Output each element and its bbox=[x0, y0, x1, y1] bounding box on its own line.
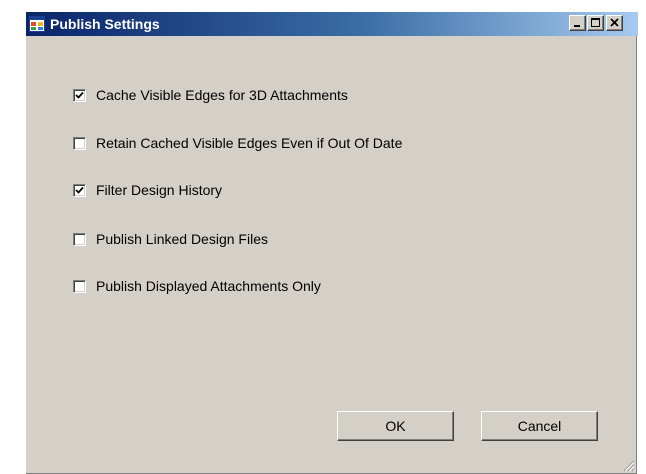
checkmark-icon bbox=[75, 91, 84, 99]
option-label: Retain Cached Visible Edges Even if Out … bbox=[96, 135, 403, 151]
option-label: Cache Visible Edges for 3D Attachments bbox=[96, 87, 348, 103]
title-bar[interactable]: Publish Settings bbox=[26, 12, 638, 36]
option-publish-displayed-attachments[interactable]: Publish Displayed Attachments Only bbox=[73, 277, 321, 295]
minimize-icon bbox=[574, 25, 580, 27]
app-window-icon[interactable] bbox=[29, 16, 45, 32]
window-title: Publish Settings bbox=[50, 16, 160, 32]
checkmark-icon bbox=[75, 186, 84, 194]
cancel-button[interactable]: Cancel bbox=[481, 411, 598, 441]
option-label: Publish Linked Design Files bbox=[96, 231, 268, 247]
checkbox-publish-linked-design-files[interactable] bbox=[73, 232, 86, 246]
maximize-icon bbox=[591, 18, 600, 27]
maximize-button[interactable] bbox=[587, 15, 604, 31]
option-retain-cached-edges[interactable]: Retain Cached Visible Edges Even if Out … bbox=[73, 134, 402, 152]
checkbox-cache-visible-edges[interactable] bbox=[73, 88, 86, 102]
option-cache-visible-edges[interactable]: Cache Visible Edges for 3D Attachments bbox=[73, 86, 348, 104]
option-publish-linked-design-files[interactable]: Publish Linked Design Files bbox=[73, 230, 268, 248]
minimize-button[interactable] bbox=[569, 15, 586, 31]
checkbox-retain-cached-edges[interactable] bbox=[73, 136, 86, 150]
resize-grip-icon[interactable] bbox=[622, 459, 635, 472]
close-button[interactable] bbox=[606, 15, 623, 31]
publish-settings-dialog: Publish Settings Cache Visible Edges for… bbox=[25, 11, 638, 474]
option-filter-design-history[interactable]: Filter Design History bbox=[73, 181, 222, 199]
option-label: Publish Displayed Attachments Only bbox=[96, 278, 321, 294]
ok-button[interactable]: OK bbox=[337, 411, 454, 441]
checkbox-publish-displayed-attachments[interactable] bbox=[73, 279, 86, 293]
checkbox-filter-design-history[interactable] bbox=[73, 183, 86, 197]
close-icon bbox=[610, 18, 619, 27]
option-label: Filter Design History bbox=[96, 182, 223, 198]
